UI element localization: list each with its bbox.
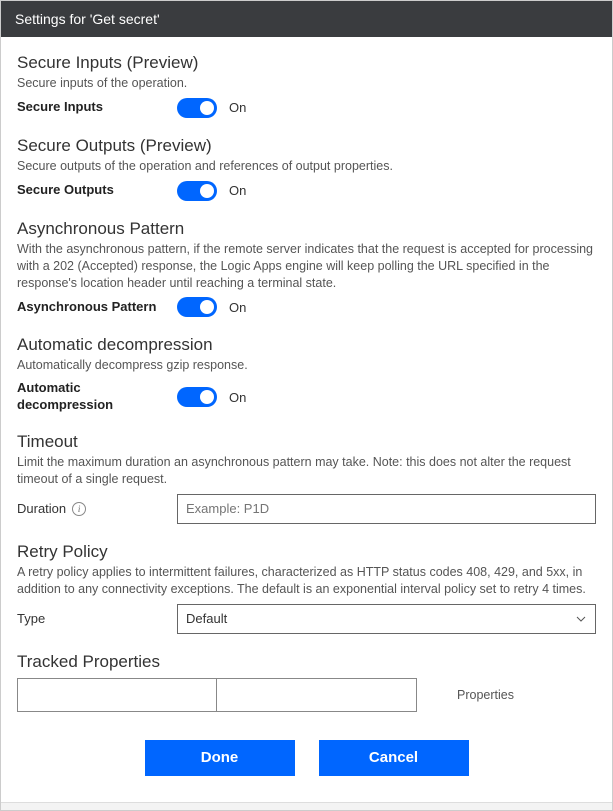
section-title: Asynchronous Pattern (17, 219, 596, 239)
cancel-button[interactable]: Cancel (319, 740, 469, 776)
toggle-label: Automatic decompression (17, 380, 177, 414)
section-auto-decompression: Automatic decompression Automatically de… (17, 335, 596, 414)
done-button[interactable]: Done (145, 740, 295, 776)
toggle-state: On (229, 300, 246, 315)
section-title: Secure Outputs (Preview) (17, 136, 596, 156)
bottom-bar (1, 802, 612, 810)
chevron-down-icon (575, 613, 587, 625)
section-desc: A retry policy applies to intermittent f… (17, 564, 596, 598)
toggle-state: On (229, 100, 246, 115)
field-row: Type Default (17, 604, 596, 634)
section-timeout: Timeout Limit the maximum duration an as… (17, 432, 596, 524)
content: Secure Inputs (Preview) Secure inputs of… (1, 37, 612, 802)
toggle-state: On (229, 390, 246, 405)
section-desc: Secure inputs of the operation. (17, 75, 596, 92)
section-title: Timeout (17, 432, 596, 452)
toggle-row: Secure Inputs On (17, 98, 596, 118)
toggle-label: Asynchronous Pattern (17, 299, 177, 316)
type-label: Type (17, 611, 177, 626)
section-retry-policy: Retry Policy A retry policy applies to i… (17, 542, 596, 634)
header-title: Settings for 'Get secret' (15, 11, 160, 27)
toggle-row: Secure Outputs On (17, 181, 596, 201)
toggle-state: On (229, 183, 246, 198)
tracked-key-input[interactable] (17, 678, 217, 712)
section-title: Secure Inputs (Preview) (17, 53, 596, 73)
section-title: Automatic decompression (17, 335, 596, 355)
auto-decompression-toggle[interactable] (177, 387, 217, 407)
secure-inputs-toggle[interactable] (177, 98, 217, 118)
properties-label: Properties (457, 688, 514, 702)
duration-label: Duration i (17, 501, 177, 516)
field-label-text: Type (17, 611, 45, 626)
section-desc: With the asynchronous pattern, if the re… (17, 241, 596, 292)
field-row: Duration i (17, 494, 596, 524)
info-icon[interactable]: i (72, 502, 86, 516)
section-tracked-properties: Tracked Properties Properties (17, 652, 596, 712)
header-bar: Settings for 'Get secret' (1, 1, 612, 37)
field-label-text: Duration (17, 501, 66, 516)
section-title: Retry Policy (17, 542, 596, 562)
toggle-label: Secure Inputs (17, 99, 177, 116)
section-secure-outputs: Secure Outputs (Preview) Secure outputs … (17, 136, 596, 201)
retry-type-select[interactable]: Default (177, 604, 596, 634)
toggle-row: Automatic decompression On (17, 380, 596, 414)
select-value: Default (186, 611, 575, 626)
section-desc: Secure outputs of the operation and refe… (17, 158, 596, 175)
tracked-row: Properties (17, 678, 596, 712)
section-title: Tracked Properties (17, 652, 596, 672)
section-desc: Limit the maximum duration an asynchrono… (17, 454, 596, 488)
section-async-pattern: Asynchronous Pattern With the asynchrono… (17, 219, 596, 318)
async-pattern-toggle[interactable] (177, 297, 217, 317)
duration-input[interactable] (177, 494, 596, 524)
secure-outputs-toggle[interactable] (177, 181, 217, 201)
footer: Done Cancel (17, 730, 596, 794)
section-desc: Automatically decompress gzip response. (17, 357, 596, 374)
toggle-label: Secure Outputs (17, 182, 177, 199)
toggle-row: Asynchronous Pattern On (17, 297, 596, 317)
section-secure-inputs: Secure Inputs (Preview) Secure inputs of… (17, 53, 596, 118)
tracked-value-input[interactable] (217, 678, 417, 712)
